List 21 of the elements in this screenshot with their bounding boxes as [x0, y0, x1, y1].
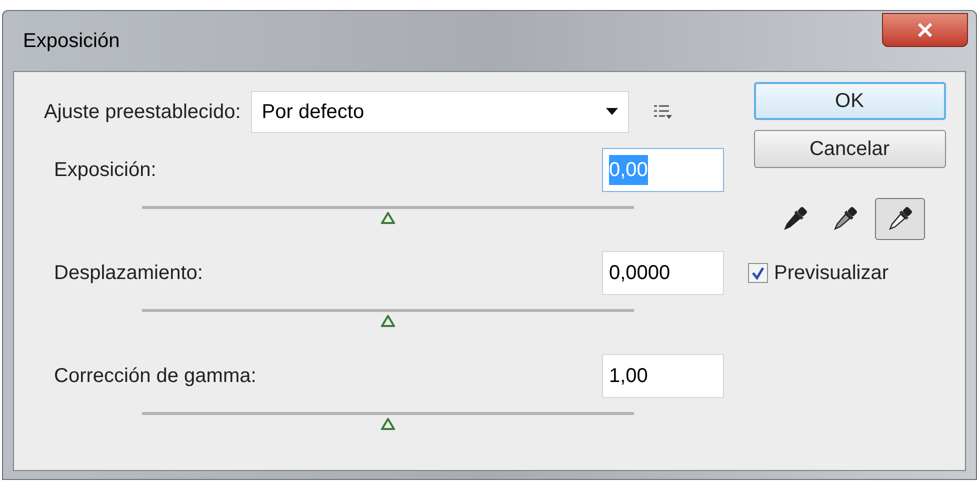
slider-thumb[interactable] — [381, 315, 395, 327]
dialog-button[interactable]: OK — [754, 82, 946, 120]
control-label: Exposición: — [54, 158, 156, 183]
value-field[interactable]: 0,0000 — [602, 251, 724, 295]
slider-thumb[interactable] — [381, 212, 395, 224]
preview-checkbox[interactable] — [748, 263, 768, 283]
eyedropper-button[interactable] — [874, 198, 924, 240]
close-button[interactable] — [882, 13, 968, 47]
window-title: Exposición — [23, 29, 121, 54]
value-field[interactable]: 1,00 — [602, 354, 724, 398]
check-icon — [751, 266, 765, 280]
close-icon — [917, 23, 933, 37]
caret-icon — [606, 108, 618, 116]
slider-thumb[interactable] — [381, 418, 395, 430]
control-label: Desplazamiento: — [54, 261, 203, 286]
preset-dropdown[interactable]: Por defecto — [250, 91, 629, 133]
preset-label: Ajuste preestablecido: — [44, 100, 241, 125]
preview-label: Previsualizar — [774, 261, 888, 286]
control-label: Corrección de gamma: — [54, 364, 256, 389]
dialog-button[interactable]: Cancelar — [754, 130, 946, 168]
menu-list-icon[interactable] — [652, 104, 673, 120]
